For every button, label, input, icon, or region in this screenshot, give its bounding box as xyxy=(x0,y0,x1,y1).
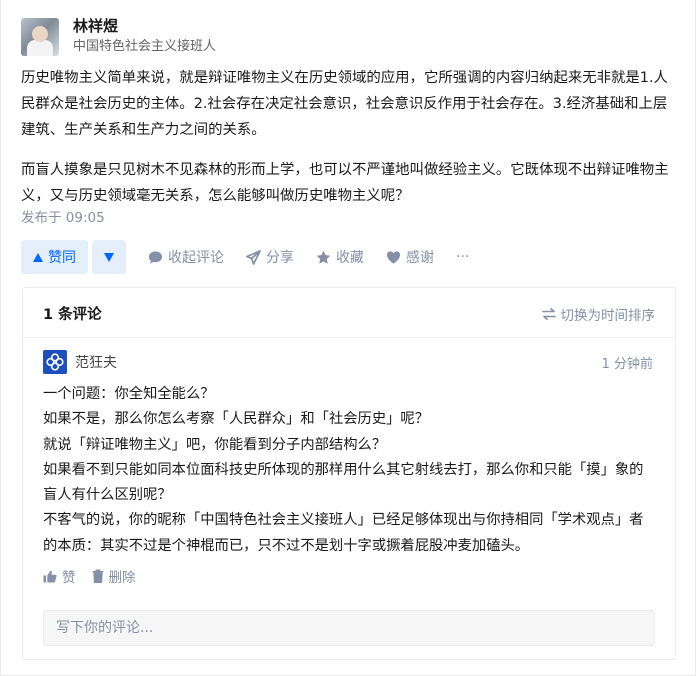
comment-avatar[interactable] xyxy=(43,350,67,374)
favorite-button[interactable]: 收藏 xyxy=(316,247,364,267)
downvote-button[interactable] xyxy=(92,240,126,274)
thanks-label: 感谢 xyxy=(406,250,434,266)
triangle-up-icon xyxy=(33,252,43,262)
heart-icon xyxy=(386,250,401,264)
comment-line: 如果看不到只能如同本位面科技史所体现的那样用什么其它射线去打，那么你和只能「摸」… xyxy=(43,461,644,504)
collapse-comments-button[interactable]: 收起评论 xyxy=(148,247,224,267)
comment-author-name[interactable]: 范狂夫 xyxy=(75,352,117,372)
thanks-button[interactable]: 感谢 xyxy=(386,247,434,267)
triangle-down-icon xyxy=(104,252,114,262)
comment-body: 一个问题：你全知全能么？ 如果不是，那么你怎么考察「人民群众」和「社会历史」呢？… xyxy=(43,382,655,559)
upvote-label: 赞同 xyxy=(48,250,76,266)
comment-item: 范狂夫 1 分钟前 一个问题：你全知全能么？ 如果不是，那么你怎么考察「人民群众… xyxy=(43,350,655,586)
comment-icon xyxy=(148,250,163,264)
comment-time: 1 分钟前 xyxy=(601,357,653,372)
comment-delete-label: 删除 xyxy=(108,570,136,587)
share-label: 分享 xyxy=(266,250,294,266)
thumbs-up-icon xyxy=(43,570,57,583)
comment-author: 范狂夫 xyxy=(43,350,655,374)
sort-toggle-button[interactable]: 切换为时间排序 xyxy=(541,304,656,324)
swap-icon xyxy=(541,308,556,320)
upvote-button[interactable]: 赞同 xyxy=(21,240,88,274)
author-name[interactable]: 林祥煜 xyxy=(73,16,216,36)
paper-plane-icon xyxy=(246,249,261,265)
sort-toggle-label: 切换为时间排序 xyxy=(560,308,656,324)
publish-time: 发布于 09:05 xyxy=(21,210,105,226)
trash-icon xyxy=(92,569,103,584)
comment-delete-button[interactable]: 删除 xyxy=(92,566,136,586)
favorite-label: 收藏 xyxy=(336,250,364,266)
comments-count: 1 条评论 xyxy=(43,307,102,323)
answer-paragraph: 历史唯物主义简单来说，就是辩证唯物主义在历史领域的应用，它所强调的内容归纳起来无… xyxy=(21,70,668,138)
avatar-logo-icon xyxy=(46,353,64,371)
comments-panel: 1 条评论 切换为时间排序 范狂夫 1 分钟前 一个问题：你全知全能么？ 如果不… xyxy=(22,287,676,660)
author-text: 林祥煜 中国特色社会主义接班人 xyxy=(73,16,216,57)
comment-like-button[interactable]: 赞 xyxy=(43,566,76,586)
comment-like-label: 赞 xyxy=(62,570,76,587)
star-icon xyxy=(316,250,331,264)
comment-input[interactable] xyxy=(43,610,655,646)
author-avatar[interactable] xyxy=(21,17,59,56)
more-icon: ··· xyxy=(456,249,470,265)
comment-line: 如果不是，那么你怎么考察「人民群众」和「社会历史」呢？ xyxy=(43,411,430,428)
collapse-comments-label: 收起评论 xyxy=(168,250,224,266)
action-bar: 赞同 收起评论 分享 收藏 感谢 ··· xyxy=(21,240,469,274)
comment-line: 一个问题：你全知全能么？ xyxy=(43,386,215,402)
answer-paragraph: 而盲人摸象是只见树木不见森林的形而上学，也可以不严谨地叫做经验主义。它既体现不出… xyxy=(21,162,669,204)
comment-actions: 赞 删除 xyxy=(43,566,655,586)
answer-card: 林祥煜 中国特色社会主义接班人 历史唯物主义简单来说，就是辩证唯物主义在历史领域… xyxy=(0,0,696,676)
share-button[interactable]: 分享 xyxy=(246,247,294,267)
comments-header: 1 条评论 切换为时间排序 xyxy=(23,288,675,338)
more-button[interactable]: ··· xyxy=(456,249,469,265)
author-info: 林祥煜 中国特色社会主义接班人 xyxy=(21,16,216,57)
author-bio: 中国特色社会主义接班人 xyxy=(73,39,217,54)
comment-line: 不客气的说，你的昵称「中国特色社会主义接班人」已经足够体现出与你持相同「学术观点… xyxy=(43,512,644,554)
answer-content: 历史唯物主义简单来说，就是辩证唯物主义在历史领域的应用，它所强调的内容归纳起来无… xyxy=(21,65,677,223)
comment-line: 就说「辩证唯物主义」吧，你能看到分子内部结构么？ xyxy=(43,436,387,453)
